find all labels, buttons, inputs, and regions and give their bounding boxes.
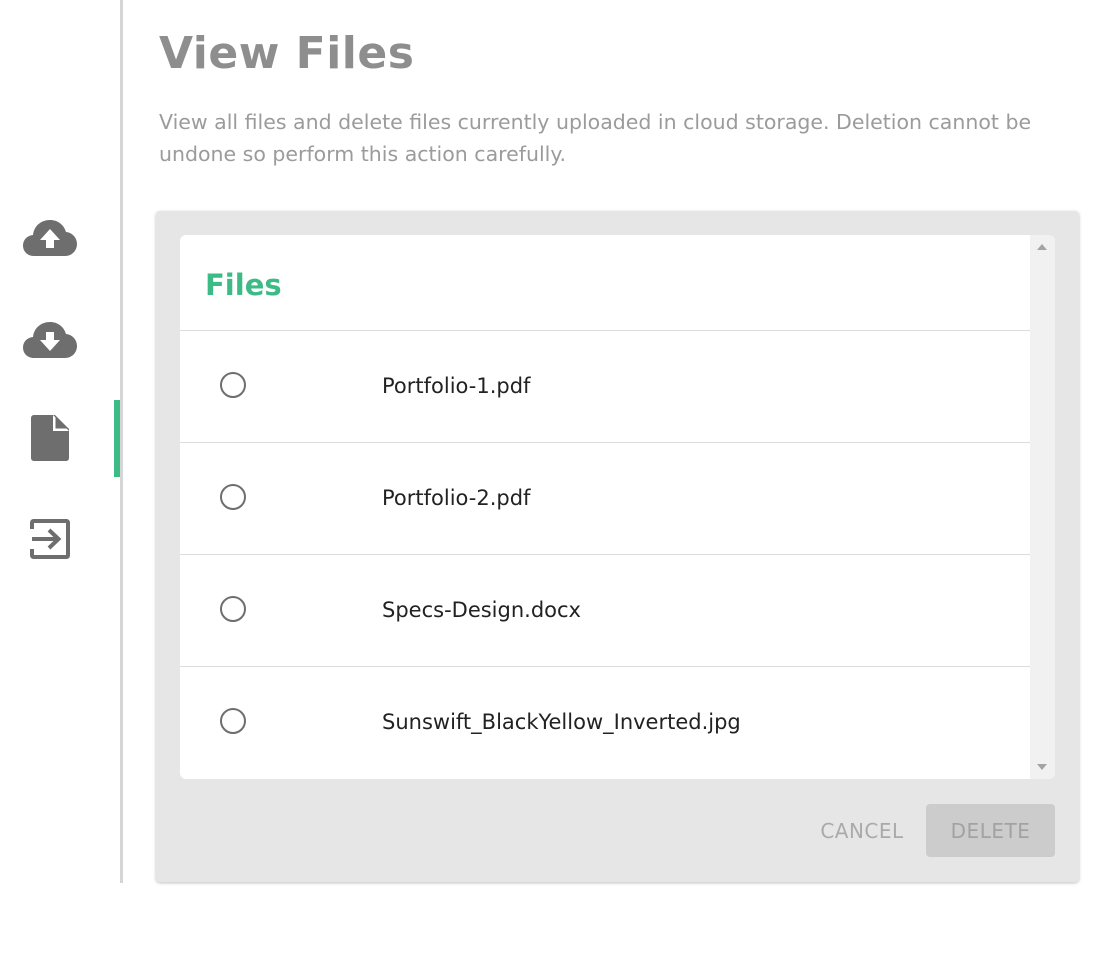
sidebar <box>0 0 123 883</box>
file-radio[interactable] <box>220 596 246 622</box>
file-radio[interactable] <box>220 708 246 734</box>
file-row[interactable]: Specs-Design.docx <box>180 555 1030 667</box>
file-list-title: Files <box>205 267 282 302</box>
sidebar-item-files[interactable] <box>0 400 100 476</box>
scroll-down-arrow-icon[interactable] <box>1037 764 1047 770</box>
file-row[interactable]: Portfolio-2.pdf <box>180 443 1030 555</box>
page-title: View Files <box>159 28 415 79</box>
scroll-up-arrow-icon[interactable] <box>1037 244 1047 250</box>
file-list-header: Files <box>180 235 1030 331</box>
exit-icon <box>29 518 71 560</box>
page: View Files View all files and delete fil… <box>0 0 1105 976</box>
file-icon <box>31 415 69 461</box>
sidebar-item-download[interactable] <box>0 302 100 378</box>
cancel-button[interactable]: CANCEL <box>810 804 914 857</box>
file-name: Portfolio-2.pdf <box>382 486 531 510</box>
files-panel: Files Portfolio-1.pdf Portfolio-2.pdf Sp… <box>156 211 1079 882</box>
file-list: Files Portfolio-1.pdf Portfolio-2.pdf Sp… <box>180 235 1030 779</box>
active-nav-indicator <box>114 400 120 477</box>
page-description: View all files and delete files currentl… <box>159 110 1032 166</box>
sidebar-item-upload[interactable] <box>0 200 100 276</box>
file-radio[interactable] <box>220 484 246 510</box>
file-radio[interactable] <box>220 372 246 398</box>
cloud-upload-icon <box>23 218 77 258</box>
file-row[interactable]: Portfolio-1.pdf <box>180 331 1030 443</box>
file-name: Portfolio-1.pdf <box>382 374 531 398</box>
file-row[interactable]: Sunswift_BlackYellow_Inverted.jpg <box>180 667 1030 779</box>
delete-button[interactable]: DELETE <box>926 804 1055 857</box>
file-list-scrollbar[interactable] <box>1030 235 1055 779</box>
cloud-download-icon <box>23 320 77 360</box>
file-name: Sunswift_BlackYellow_Inverted.jpg <box>382 710 741 734</box>
file-name: Specs-Design.docx <box>382 598 581 622</box>
sidebar-item-logout[interactable] <box>0 501 100 577</box>
